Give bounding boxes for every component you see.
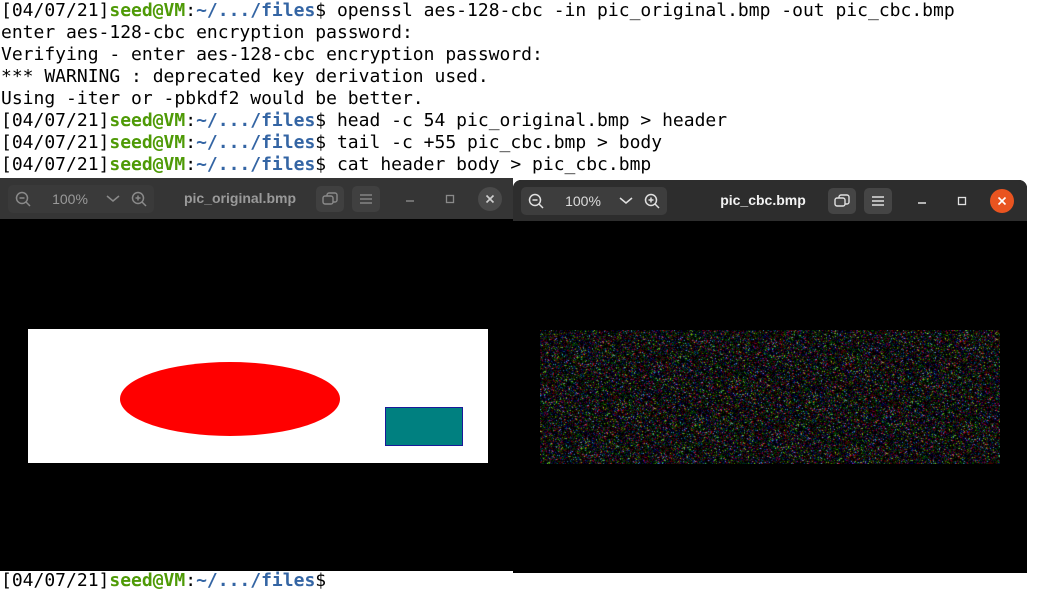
hamburger-icon	[872, 196, 884, 206]
close-icon	[485, 194, 495, 204]
zoom-out-icon	[15, 191, 31, 207]
header-bar: 100% pic_cbc.bmp	[513, 180, 1027, 221]
zoom-in-icon	[644, 193, 660, 209]
hamburger-icon	[360, 194, 372, 204]
zoom-menu-button[interactable]	[615, 187, 637, 215]
maximize-button[interactable]	[950, 189, 974, 213]
minimize-icon	[918, 202, 926, 204]
chevron-down-icon	[106, 195, 120, 202]
terminal-line: *** WARNING : deprecated key derivation …	[1, 66, 489, 87]
zoom-out-button[interactable]	[8, 185, 38, 213]
zoom-group: 100%	[8, 185, 154, 213]
image-canvas[interactable]	[513, 221, 1027, 573]
window-title: pic_cbc.bmp	[720, 192, 806, 208]
zoom-out-icon	[528, 193, 544, 209]
terminal-line: Verifying - enter aes-128-cbc encryption…	[1, 44, 543, 65]
header-bar: 100% pic_original.bmp	[0, 178, 513, 219]
zoom-in-button[interactable]	[124, 185, 154, 213]
terminal-line: [04/07/21]seed@VM:~/.../files$ tail -c +…	[1, 132, 663, 153]
maximize-icon	[445, 194, 455, 204]
terminal-line: Using -iter or -pbkdf2 would be better.	[1, 88, 424, 109]
zoom-level[interactable]: 100%	[551, 193, 615, 209]
close-button[interactable]	[478, 187, 502, 211]
image-viewer-cbc: 100% pic_cbc.bmp	[513, 180, 1027, 573]
image-viewer-original: 100% pic_original.bmp	[0, 178, 513, 571]
zoom-group: 100%	[521, 187, 667, 215]
maximize-button[interactable]	[438, 187, 462, 211]
gallery-button[interactable]	[828, 188, 856, 214]
zoom-out-button[interactable]	[521, 187, 551, 215]
encrypted-image	[540, 330, 1000, 464]
gallery-button[interactable]	[316, 186, 344, 212]
terminal-line: [04/07/21]seed@VM:~/.../files$ openssl a…	[1, 0, 955, 21]
teal-rectangle	[385, 407, 463, 446]
close-icon	[997, 196, 1007, 206]
red-ellipse	[120, 362, 340, 436]
image-canvas[interactable]	[0, 219, 513, 571]
zoom-level[interactable]: 100%	[38, 191, 102, 207]
terminal-line: [04/07/21]seed@VM:~/.../files$ cat heade…	[1, 154, 652, 175]
zoom-menu-button[interactable]	[102, 185, 124, 213]
gallery-icon	[834, 194, 850, 207]
minimize-button[interactable]	[910, 189, 934, 213]
close-button[interactable]	[990, 189, 1014, 213]
menu-button[interactable]	[864, 188, 892, 214]
terminal-line: [04/07/21]seed@VM:~/.../files$ head -c 5…	[1, 110, 728, 131]
gallery-icon	[322, 192, 338, 205]
minimize-button[interactable]	[398, 187, 422, 211]
minimize-icon	[406, 200, 414, 202]
chevron-down-icon	[619, 197, 633, 204]
menu-button[interactable]	[352, 186, 380, 212]
zoom-in-icon	[131, 191, 147, 207]
terminal-line: enter aes-128-cbc encryption password:	[1, 22, 413, 43]
maximize-icon	[957, 196, 967, 206]
zoom-in-button[interactable]	[637, 187, 667, 215]
original-image	[28, 329, 488, 463]
window-title: pic_original.bmp	[183, 190, 296, 206]
